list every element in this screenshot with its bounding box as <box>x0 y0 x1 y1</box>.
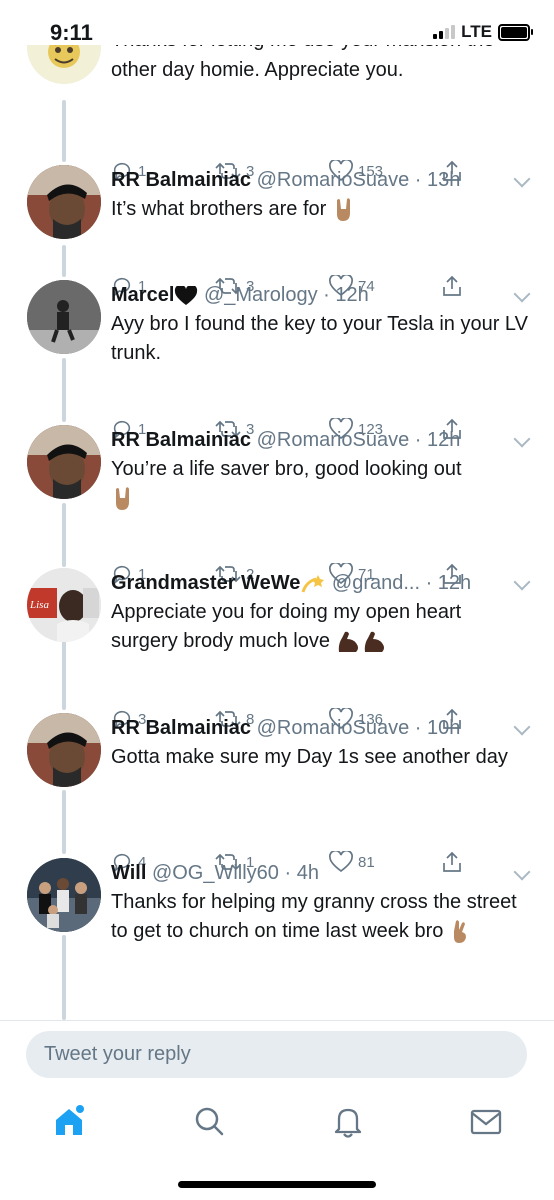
black-heart-icon <box>175 285 198 305</box>
signal-icon <box>433 25 456 39</box>
timestamp[interactable]: 12h <box>427 429 460 451</box>
reply-box[interactable] <box>26 1031 527 1078</box>
reply-input[interactable] <box>44 1031 504 1078</box>
timestamp[interactable]: 4h <box>297 862 319 884</box>
thread-line <box>62 100 66 162</box>
flexed-biceps-icon <box>338 631 358 652</box>
avatar[interactable] <box>27 165 101 239</box>
tweet-text: Thanks for helping my granny cross the s… <box>111 888 531 946</box>
display-name[interactable]: RR Balmainiac <box>111 169 251 191</box>
tweet-header: RR Balmainiac @RomarioSuave · 13h <box>111 169 461 191</box>
tab-bar <box>0 1095 554 1155</box>
username[interactable]: @grand... <box>332 572 420 594</box>
tweet-text: Appreciate you for doing my open heart s… <box>111 598 531 656</box>
tweet-body: Marcel @_Marology · 12h Ayy bro I found … <box>111 280 531 368</box>
tab-home[interactable] <box>50 1101 90 1141</box>
tweet-body: Thanks for letting me use your mansion t… <box>111 45 531 85</box>
battery-icon <box>498 23 533 41</box>
tweet-body: RR Balmainiac @RomarioSuave · 13h It’s w… <box>111 165 531 224</box>
timestamp[interactable]: 10h <box>427 717 460 739</box>
username[interactable]: @RomarioSuave <box>257 429 410 451</box>
home-indicator <box>178 1181 376 1188</box>
timestamp[interactable]: 12h <box>438 572 471 594</box>
avatar[interactable] <box>27 425 101 499</box>
flexed-biceps-icon <box>364 631 384 652</box>
tweet-text: You’re a life saver bro, good looking ou… <box>111 455 531 513</box>
tweet-thread[interactable]: Thanks for letting me use your mansion t… <box>0 45 554 1020</box>
tweet-header: RR Balmainiac @RomarioSuave · 10h <box>111 717 461 739</box>
svg-text:Lisa: Lisa <box>29 599 49 611</box>
dizzy-icon <box>301 574 325 593</box>
tweet-text-content: Appreciate you for doing my open heart s… <box>111 601 462 652</box>
username[interactable]: @OG_Willy60 <box>152 862 279 884</box>
horns-hand-icon <box>336 197 350 221</box>
thread-line <box>62 503 66 567</box>
tweet-header: RR Balmainiac @RomarioSuave · 12h <box>111 429 461 451</box>
display-name[interactable]: Grandmaster WeWe <box>111 572 300 594</box>
display-name[interactable]: Marcel <box>111 284 174 306</box>
tweet-body: RR Balmainiac @RomarioSuave · 10h Gotta … <box>111 713 531 772</box>
avatar[interactable] <box>27 280 101 354</box>
tweet-text: It’s what brothers are for <box>111 195 531 224</box>
username[interactable]: @_Marology <box>204 284 318 306</box>
crossed-fingers-icon <box>453 919 466 943</box>
thread-line <box>62 935 66 1020</box>
username[interactable]: @RomarioSuave <box>257 169 410 191</box>
tweet-body: RR Balmainiac @RomarioSuave · 12h You’re… <box>111 425 531 513</box>
thread-line <box>62 790 66 854</box>
network-label: LTE <box>461 22 492 41</box>
tweet-header: Grandmaster WeWe @grand... · 12h <box>111 572 472 594</box>
search-icon <box>195 1107 224 1136</box>
tweet-text: Ayy bro I found the key to your Tesla in… <box>111 313 528 364</box>
avatar[interactable]: Lisa <box>27 568 101 642</box>
thread-line <box>62 638 66 710</box>
avatar[interactable] <box>27 713 101 787</box>
divider <box>0 1020 554 1021</box>
home-icon <box>56 1105 84 1135</box>
tweet-header: Marcel @_Marology · 12h <box>111 284 369 306</box>
tweet-header: Will @OG_Willy60 · 4h <box>111 862 319 884</box>
tweet-text: Gotta make sure my Day 1s see another da… <box>111 746 508 768</box>
username[interactable]: @RomarioSuave <box>257 717 410 739</box>
status-indicators: LTE <box>433 22 533 42</box>
tab-messages[interactable] <box>466 1101 506 1141</box>
timestamp[interactable]: 12h <box>335 284 368 306</box>
display-name[interactable]: Will <box>111 862 146 884</box>
display-name[interactable]: RR Balmainiac <box>111 429 251 451</box>
thread-line <box>62 245 66 277</box>
tweet-text-content: It’s what brothers are for <box>111 198 327 220</box>
status-time: 9:11 <box>50 20 93 45</box>
tweet-text-content: You’re a life saver bro, good looking ou… <box>111 458 462 480</box>
avatar[interactable] <box>27 45 101 84</box>
timestamp[interactable]: 13h <box>427 169 460 191</box>
tweet-body: Will @OG_Willy60 · 4h Thanks for helping… <box>111 858 531 946</box>
tab-search[interactable] <box>189 1101 229 1141</box>
mail-icon <box>470 1109 502 1135</box>
horns-hand-icon <box>116 486 129 510</box>
tweet-text: Thanks for letting me use your mansion t… <box>111 45 495 81</box>
avatar[interactable] <box>27 858 101 932</box>
thread-line <box>62 358 66 422</box>
tab-notifications[interactable] <box>328 1101 368 1141</box>
tweet-body: Grandmaster WeWe @grand... · 12h Appreci… <box>111 568 531 656</box>
display-name[interactable]: RR Balmainiac <box>111 717 251 739</box>
bell-icon <box>334 1108 362 1138</box>
